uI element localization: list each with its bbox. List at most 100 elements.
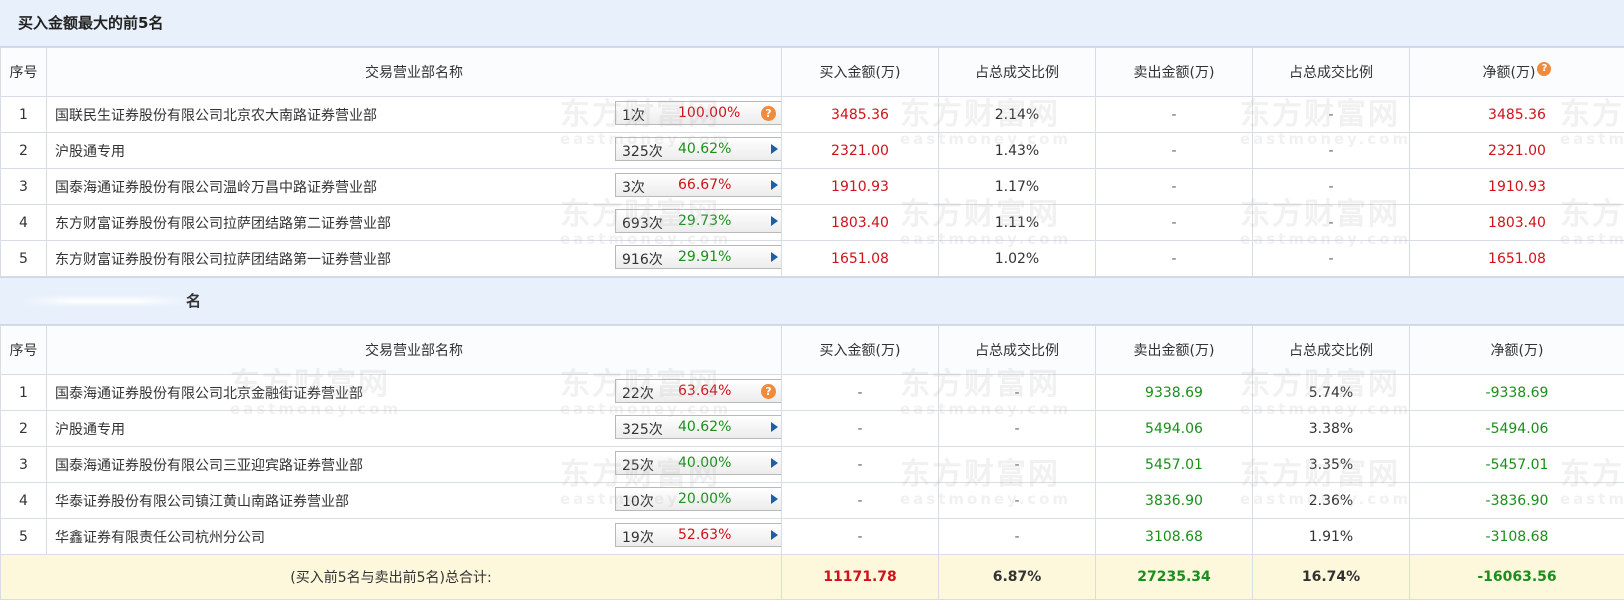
col-header-sell-ratio: 占总成交比例 — [1253, 48, 1410, 97]
sell-ratio: 2.36% — [1253, 483, 1410, 519]
help-icon[interactable]: ? — [761, 106, 776, 121]
table-row: 2沪股通专用325次40.62%2321.001.43%--2321.00 — [1, 133, 1624, 169]
expand-arrow-icon[interactable] — [771, 180, 778, 190]
broker-name[interactable]: 沪股通专用 — [55, 422, 125, 438]
expand-arrow-icon[interactable] — [771, 530, 778, 540]
listing-stats-button[interactable]: 325次40.62% — [615, 137, 782, 161]
row-number: 1 — [1, 97, 47, 133]
buy-amount: 3485.36 — [782, 97, 939, 133]
table-row: 5东方财富证券股份有限公司拉萨团结路第一证券营业部916次29.91%1651.… — [1, 241, 1624, 277]
expand-arrow-icon[interactable] — [771, 252, 778, 262]
listing-count: 22次 — [622, 383, 654, 403]
net-amount: 1803.40 — [1410, 205, 1624, 241]
total-net: -16063.56 — [1410, 555, 1624, 600]
broker-name-cell: 国泰海通证券股份有限公司温岭万昌中路证券营业部 3次66.67% — [47, 169, 782, 205]
broker-name[interactable]: 国泰海通证券股份有限公司三亚迎宾路证券营业部 — [55, 458, 363, 474]
net-amount: -3108.68 — [1410, 519, 1624, 555]
broker-name[interactable]: 沪股通专用 — [55, 144, 125, 160]
listing-count: 325次 — [622, 141, 663, 161]
col-header-net: 净额(万) — [1410, 326, 1624, 375]
broker-name[interactable]: 国联民生证券股份有限公司北京农大南路证券营业部 — [55, 108, 377, 124]
broker-name-cell: 国泰海通证券股份有限公司三亚迎宾路证券营业部 25次40.00% — [47, 447, 782, 483]
broker-name[interactable]: 华泰证券股份有限公司镇江黄山南路证券营业部 — [55, 494, 349, 510]
listing-stats-button[interactable]: 25次40.00% — [615, 451, 782, 475]
col-header-net: 净额(万)? — [1410, 48, 1624, 97]
broker-name-cell: 华鑫证券有限责任公司杭州分公司 19次 52.63% — [47, 519, 782, 555]
listing-count: 19次 — [622, 527, 654, 547]
buy-amount: - — [782, 483, 939, 519]
buy-table: 序号 交易营业部名称 买入金额(万) 占总成交比例 卖出金额(万) 占总成交比例… — [0, 47, 1624, 277]
broker-name[interactable]: 东方财富证券股份有限公司拉萨团结路第一证券营业部 — [55, 252, 391, 268]
total-sell: 27235.34 — [1096, 555, 1253, 600]
table-row: 4东方财富证券股份有限公司拉萨团结路第二证券营业部693次29.73%1803.… — [1, 205, 1624, 241]
listing-count: 10次 — [622, 491, 654, 511]
listing-stats-button[interactable]: 3次66.67% — [615, 173, 782, 197]
help-icon[interactable]: ? — [761, 384, 776, 399]
broker-name[interactable]: 国泰海通证券股份有限公司温岭万昌中路证券营业部 — [55, 180, 377, 196]
sell-ratio: - — [1253, 169, 1410, 205]
buy-table-header: 序号 交易营业部名称 买入金额(万) 占总成交比例 卖出金额(万) 占总成交比例… — [1, 48, 1624, 97]
col-header-buy: 买入金额(万) — [782, 326, 939, 375]
total-sell-ratio: 16.74% — [1253, 555, 1410, 600]
table-row: 1 国联民生证券股份有限公司北京农大南路证券营业部 1次100.00%?3485.3… — [1, 97, 1624, 133]
buy-ratio: - — [939, 483, 1096, 519]
buy-amount: 1910.93 — [782, 169, 939, 205]
listing-stats-button[interactable]: 19次 52.63% — [615, 523, 782, 547]
redacted-title-blur — [20, 298, 190, 304]
sell-amount: - — [1096, 97, 1253, 133]
listing-count: 25次 — [622, 455, 654, 475]
listing-stats-button[interactable]: 22次 63.64%? — [615, 379, 782, 403]
listing-stats-button[interactable]: 916次 29.91% — [615, 245, 782, 269]
row-number: 2 — [1, 133, 47, 169]
buy-section-title: 买入金额最大的前5名 — [0, 0, 1624, 47]
sell-section-title: 名 — [0, 277, 1624, 325]
listing-percent: 66.67% — [678, 177, 731, 193]
listing-percent: 29.91% — [678, 249, 731, 265]
row-number: 5 — [1, 241, 47, 277]
buy-ratio: - — [939, 519, 1096, 555]
listing-percent: 63.64% — [678, 383, 731, 399]
sell-section-title-fragment: 名 — [186, 290, 201, 311]
buy-amount: - — [782, 519, 939, 555]
expand-arrow-icon[interactable] — [771, 494, 778, 504]
buy-amount: - — [782, 411, 939, 447]
listing-stats-button[interactable]: 1次100.00%? — [615, 101, 782, 125]
col-header-buy-ratio: 占总成交比例 — [939, 326, 1096, 375]
listing-stats-button[interactable]: 325次40.62% — [615, 415, 782, 439]
sell-ratio: 5.74% — [1253, 375, 1410, 411]
expand-arrow-icon[interactable] — [771, 216, 778, 226]
listing-percent: 20.00% — [678, 491, 731, 507]
table-row: 1国泰海通证券股份有限公司北京金融街证券营业部22次63.64%?--9338.… — [1, 375, 1624, 411]
listing-percent: 52.63% — [678, 527, 731, 543]
expand-arrow-icon[interactable] — [771, 422, 778, 432]
col-header-buy-ratio: 占总成交比例 — [939, 48, 1096, 97]
sell-table: 序号 交易营业部名称 买入金额(万) 占总成交比例 卖出金额(万) 占总成交比例… — [0, 325, 1624, 600]
table-row: 4 华泰证券股份有限公司镇江黄山南路证券营业部 10次 20.00% - -3836.90… — [1, 483, 1624, 519]
table-row: 2沪股通专用325次40.62%--5494.063.38%-5494.06 — [1, 411, 1624, 447]
total-buy: 11171.78 — [782, 555, 939, 600]
buy-ratio: - — [939, 447, 1096, 483]
sell-amount: - — [1096, 169, 1253, 205]
broker-name[interactable]: 华鑫证券有限责任公司杭州分公司 — [55, 530, 265, 546]
col-header-sell: 卖出金额(万) — [1096, 48, 1253, 97]
col-header-sell: 卖出金额(万) — [1096, 326, 1253, 375]
net-amount: -3836.90 — [1410, 483, 1624, 519]
expand-arrow-icon[interactable] — [771, 458, 778, 468]
row-number: 4 — [1, 483, 47, 519]
listing-stats-button[interactable]: 10次 20.00% — [615, 487, 782, 511]
listing-stats-button[interactable]: 693次29.73% — [615, 209, 782, 233]
broker-name[interactable]: 国泰海通证券股份有限公司北京金融街证券营业部 — [55, 386, 363, 402]
table-row: 5华鑫证券有限责任公司杭州分公司19次52.63%--3108.681.91%-… — [1, 519, 1624, 555]
listing-count: 325次 — [622, 419, 663, 439]
expand-arrow-icon[interactable] — [771, 144, 778, 154]
sell-ratio: - — [1253, 205, 1410, 241]
help-icon[interactable]: ? — [1537, 62, 1551, 76]
listing-count: 693次 — [622, 213, 663, 233]
col-header-sell-ratio: 占总成交比例 — [1253, 326, 1410, 375]
broker-name[interactable]: 东方财富证券股份有限公司拉萨团结路第二证券营业部 — [55, 216, 391, 232]
broker-name-cell: 华泰证券股份有限公司镇江黄山南路证券营业部 10次 20.00% — [47, 483, 782, 519]
net-amount: -5494.06 — [1410, 411, 1624, 447]
sell-ratio: - — [1253, 97, 1410, 133]
listing-count: 916次 — [622, 249, 663, 269]
buy-ratio: 2.14% — [939, 97, 1096, 133]
